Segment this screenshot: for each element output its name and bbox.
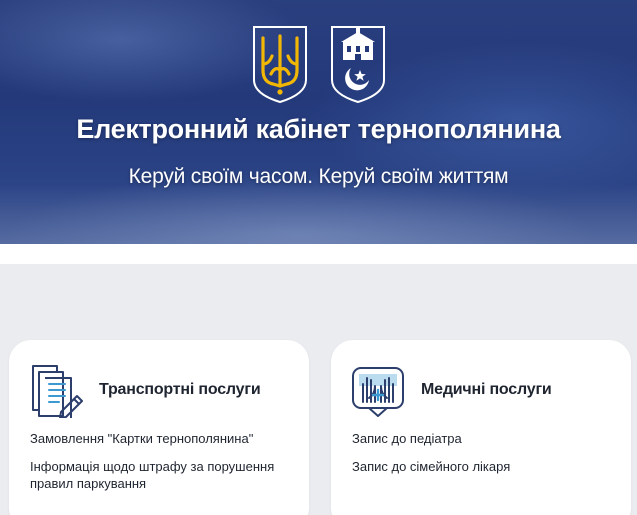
service-card-title: Медичні послуги — [421, 381, 552, 398]
hero-haze — [0, 184, 637, 244]
link-parking-fine-info[interactable]: Інформація щодо штрафу за порушення прав… — [30, 458, 298, 492]
link-family-doctor-appointment[interactable]: Запис до сімейного лікаря — [352, 458, 620, 475]
service-card-title: Транспортні послуги — [99, 381, 261, 398]
link-order-ternopil-card[interactable]: Замовлення "Картки тернополянина" — [30, 430, 298, 447]
hero-banner: Електронний кабінет тернополянина Керуй … — [0, 0, 637, 244]
documents-pen-icon — [32, 365, 83, 418]
medical-hands-icon — [352, 367, 404, 417]
service-links-list: Запис до педіатра Запис до сімейного лік… — [352, 430, 620, 486]
service-links-list: Замовлення "Картки тернополянина" Інформ… — [30, 430, 298, 503]
page-subtitle: Керуй своїм часом. Керуй своїм життям — [128, 165, 509, 188]
page-title: Електронний кабінет тернополянина — [76, 114, 561, 144]
service-card-medical: Медичні послуги Запис до педіатра Запис … — [331, 340, 631, 515]
ukraine-trident-icon — [253, 26, 307, 104]
service-card-transport: Транспортні послуги Замовлення "Картки т… — [9, 340, 309, 515]
link-pediatrician-appointment[interactable]: Запис до педіатра — [352, 430, 620, 447]
ternopil-city-coat-of-arms-icon — [331, 26, 385, 104]
